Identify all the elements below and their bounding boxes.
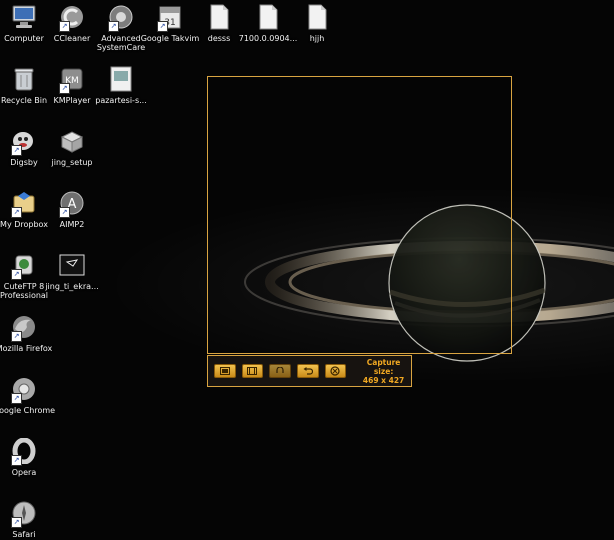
desktop-icon-label: Mozilla Firefox bbox=[0, 344, 53, 353]
digsby-icon: ↗ bbox=[9, 126, 39, 156]
capture-selection-frame[interactable] bbox=[207, 76, 512, 354]
desktop-icon-label: jing_setup bbox=[51, 158, 93, 167]
file-icon bbox=[253, 2, 283, 32]
aimp-icon: A ↗ bbox=[57, 188, 87, 218]
capture-audio-icon bbox=[276, 367, 284, 373]
file-icon bbox=[204, 2, 234, 32]
desktop-icon-aimp2[interactable]: A ↗ AIMP2 bbox=[40, 188, 104, 229]
image-file-icon bbox=[106, 64, 136, 94]
desktop-icon-label: Google Chrome bbox=[0, 406, 56, 415]
opera-icon: ↗ bbox=[9, 436, 39, 466]
cancel-button[interactable] bbox=[324, 364, 347, 378]
google-calendar-icon: 31 ↗ bbox=[155, 2, 185, 32]
desktop-icon-label: Safari bbox=[12, 530, 36, 539]
desktop-icon-label: AIMP2 bbox=[59, 220, 85, 229]
setup-box-icon bbox=[57, 126, 87, 156]
undo-button[interactable] bbox=[296, 364, 319, 378]
undo-icon bbox=[303, 367, 313, 375]
desktop-icon-jing-setup[interactable]: jing_setup bbox=[40, 126, 104, 167]
safari-icon: ↗ bbox=[9, 498, 39, 528]
desktop-icon-jing-ti-ekra[interactable]: jing_ti_ekra... bbox=[40, 250, 104, 291]
ccleaner-icon: ↗ bbox=[57, 2, 87, 32]
desktop-icon-opera[interactable]: ↗ Opera bbox=[0, 436, 56, 477]
image-file-icon bbox=[57, 250, 87, 280]
desktop-icon-pazartesi[interactable]: pazartesi-s... bbox=[89, 64, 153, 105]
dropbox-icon: ↗ bbox=[9, 188, 39, 218]
capture-video-icon bbox=[247, 367, 258, 375]
capture-audio-button[interactable] bbox=[269, 364, 291, 378]
firefox-icon: ↗ bbox=[9, 312, 39, 342]
advanced-systemcare-icon: ↗ bbox=[106, 2, 136, 32]
capture-size-readout: Capture size: 469 x 427 bbox=[356, 358, 411, 385]
desktop-icon-mozilla-firefox[interactable]: ↗ Mozilla Firefox bbox=[0, 312, 56, 353]
desktop-icon-label: jing_ti_ekra... bbox=[45, 282, 99, 291]
file-icon bbox=[302, 2, 332, 32]
capture-image-icon bbox=[219, 367, 230, 375]
desktop-icon-label: pazartesi-s... bbox=[95, 96, 147, 105]
desktop-icon-google-chrome[interactable]: ↗ Google Chrome bbox=[0, 374, 56, 415]
desktop: Computer Recycle Bin ↗ Digsby ↗ My Dropb… bbox=[0, 0, 614, 540]
chrome-icon: ↗ bbox=[9, 374, 39, 404]
desktop-icon-label: Opera bbox=[11, 468, 37, 477]
capture-video-button[interactable] bbox=[241, 364, 264, 378]
capture-size-value: 469 x 427 bbox=[362, 375, 405, 385]
capture-image-button[interactable] bbox=[214, 364, 236, 378]
capture-toolbar: Capture size: 469 x 427 bbox=[207, 355, 412, 387]
cuteftp-icon: ↗ bbox=[9, 250, 39, 280]
kmplayer-icon: KM ↗ bbox=[57, 64, 87, 94]
capture-size-title: Capture size: bbox=[366, 357, 401, 376]
desktop-icon-label: hjjh bbox=[309, 34, 325, 43]
recycle-bin-icon bbox=[9, 64, 39, 94]
computer-icon bbox=[9, 2, 39, 32]
cancel-icon bbox=[330, 366, 340, 376]
desktop-icon-hjjh[interactable]: hjjh bbox=[285, 2, 349, 43]
desktop-icon-safari[interactable]: ↗ Safari bbox=[0, 498, 56, 539]
